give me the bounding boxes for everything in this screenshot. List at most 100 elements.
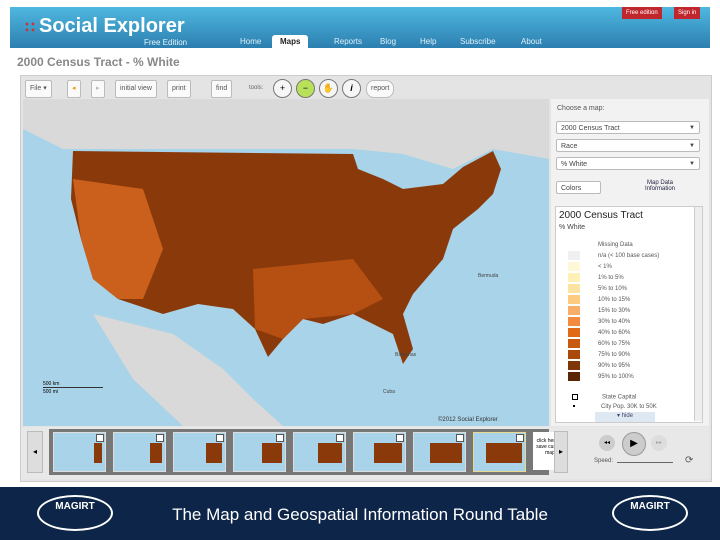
legend-city-pop: City Pop. 30K to 50K — [568, 404, 657, 410]
scale-km: 500 km — [43, 381, 103, 388]
survey-select[interactable]: 2000 Census Tract ▼ — [556, 121, 700, 134]
colors-button[interactable]: Colors — [556, 181, 601, 194]
speed-label: Speed: — [594, 458, 614, 464]
choose-map-label: Choose a map: — [557, 105, 605, 112]
thumbnail-fill — [150, 443, 162, 463]
hide-legend-button[interactable]: ▾ hide — [595, 412, 655, 422]
thumbnail-map[interactable] — [413, 432, 466, 472]
page-title: 2000 Census Tract - % White — [17, 55, 180, 69]
site-header: Social Explorer Free Edition Home Maps R… — [10, 7, 710, 52]
legend-swatch — [568, 317, 580, 326]
legend-scrollbar[interactable] — [694, 207, 702, 421]
nav-blog[interactable]: Blog — [372, 35, 404, 52]
loop-icon[interactable]: ⟳ — [685, 455, 693, 466]
free-edition-button[interactable]: Free edition — [622, 7, 662, 19]
copyright: ©2012 Social Explorer — [438, 417, 498, 423]
colors-label: Colors — [561, 185, 582, 192]
mexico-land — [93, 314, 283, 426]
survey-value: 2000 Census Tract — [561, 125, 620, 132]
filmstrip-prev-button[interactable]: ◂ — [27, 431, 43, 473]
expand-icon[interactable] — [516, 434, 524, 442]
legend-item-label: 30% to 40% — [598, 319, 631, 326]
initial-view-button[interactable]: initial view — [115, 80, 157, 98]
category-value: Race — [561, 143, 578, 150]
variable-select[interactable]: % White ▼ — [556, 157, 700, 170]
zoom-out-icon[interactable]: − — [296, 79, 315, 98]
legend: 2000 Census Tract % White Missing Data n/… — [555, 206, 703, 423]
chevron-down-icon: ▼ — [689, 143, 695, 149]
thumbnail-fill — [206, 443, 222, 463]
legend-swatch — [568, 240, 580, 249]
find-button[interactable]: find — [211, 80, 233, 98]
zoom-in-icon[interactable]: + — [273, 79, 292, 98]
chevron-down-icon: ▼ — [689, 161, 695, 167]
legend-item: 95% to 100% — [568, 372, 634, 381]
thumbnail-fill — [318, 443, 342, 463]
edition-label: Free Edition — [144, 38, 188, 47]
state-capital-label: State Capital — [602, 394, 637, 401]
map-svg — [23, 99, 549, 426]
map-viewer: File ▾ ◂ ▸ initial view print find tools… — [20, 75, 712, 482]
logo[interactable]: Social Explorer — [24, 15, 185, 38]
filmstrip: ◂ click here to save current map ▸ ◂◂ ▶ … — [21, 427, 709, 479]
nav-reports[interactable]: Reports — [326, 35, 370, 52]
scale-mi: 500 mi — [43, 389, 59, 395]
thumbnail-fill — [94, 443, 102, 463]
expand-icon[interactable] — [156, 434, 164, 442]
legend-item-label: 15% to 30% — [598, 308, 631, 315]
expand-icon[interactable] — [456, 434, 464, 442]
file-button[interactable]: File ▾ — [25, 80, 52, 98]
legend-swatch — [568, 295, 580, 304]
legend-item: 60% to 75% — [568, 339, 630, 348]
legend-item-label: 5% to 10% — [598, 286, 628, 293]
fast-forward-button[interactable]: ▸▸ — [651, 435, 667, 451]
legend-item-label: 40% to 60% — [598, 330, 631, 337]
pan-hand-icon[interactable]: ✋ — [319, 79, 338, 98]
chevron-down-icon: ▼ — [689, 125, 695, 131]
thumbnail-map[interactable] — [173, 432, 226, 472]
expand-icon[interactable] — [96, 434, 104, 442]
rewind-button[interactable]: ◂◂ — [599, 435, 615, 451]
filmstrip-next-button[interactable]: ▸ — [554, 431, 568, 473]
expand-icon[interactable] — [276, 434, 284, 442]
map-canvas[interactable]: Bermuda Bahamas Cuba 500 km 500 mi ©2012… — [23, 99, 549, 426]
legend-subtitle: % White — [559, 224, 586, 231]
bermuda-label: Bermuda — [478, 273, 499, 279]
thumbnail-map[interactable] — [353, 432, 406, 472]
thumbnail-map[interactable] — [113, 432, 166, 472]
thumbnail-map[interactable] — [53, 432, 106, 472]
legend-item-label: 1% to 5% — [598, 275, 624, 282]
thumbnail-fill — [486, 443, 522, 463]
play-button[interactable]: ▶ — [622, 432, 646, 456]
legend-swatch — [568, 273, 580, 282]
nav-subscribe[interactable]: Subscribe — [452, 35, 504, 52]
speed-slider[interactable] — [617, 462, 673, 463]
map-settings-panel: Choose a map: 2000 Census Tract ▼ Race ▼ %… — [551, 99, 709, 426]
legend-item-label: < 1% — [598, 264, 612, 271]
legend-item-label: Missing Data — [598, 242, 633, 249]
sign-in-button[interactable]: Sign in — [674, 7, 701, 19]
nav-help[interactable]: Help — [412, 35, 444, 52]
print-button[interactable]: print — [167, 80, 191, 98]
expand-icon[interactable] — [336, 434, 344, 442]
info-icon[interactable]: i — [342, 79, 361, 98]
expand-icon[interactable] — [396, 434, 404, 442]
legend-item-label: n/a (< 100 base cases) — [598, 253, 660, 260]
report-button[interactable]: report — [366, 80, 395, 98]
legend-state-capital: State Capital — [568, 394, 636, 401]
nav-about[interactable]: About — [513, 35, 550, 52]
thumbnail-map[interactable] — [233, 432, 286, 472]
expand-icon[interactable] — [216, 434, 224, 442]
legend-item-label: 95% to 100% — [598, 374, 634, 381]
legend-item: 30% to 40% — [568, 317, 630, 326]
category-select[interactable]: Race ▼ — [556, 139, 700, 152]
map-data-info-link[interactable]: Map Data Information — [635, 180, 685, 192]
thumbnail-map[interactable] — [293, 432, 346, 472]
thumbnail-map[interactable] — [473, 432, 526, 472]
nav-home[interactable]: Home — [232, 35, 269, 52]
forward-button[interactable]: ▸ — [91, 80, 105, 98]
bahamas-label: Bahamas — [395, 352, 417, 358]
nav-maps[interactable]: Maps — [272, 35, 309, 52]
back-button[interactable]: ◂ — [67, 80, 81, 98]
legend-item: 15% to 30% — [568, 306, 630, 315]
